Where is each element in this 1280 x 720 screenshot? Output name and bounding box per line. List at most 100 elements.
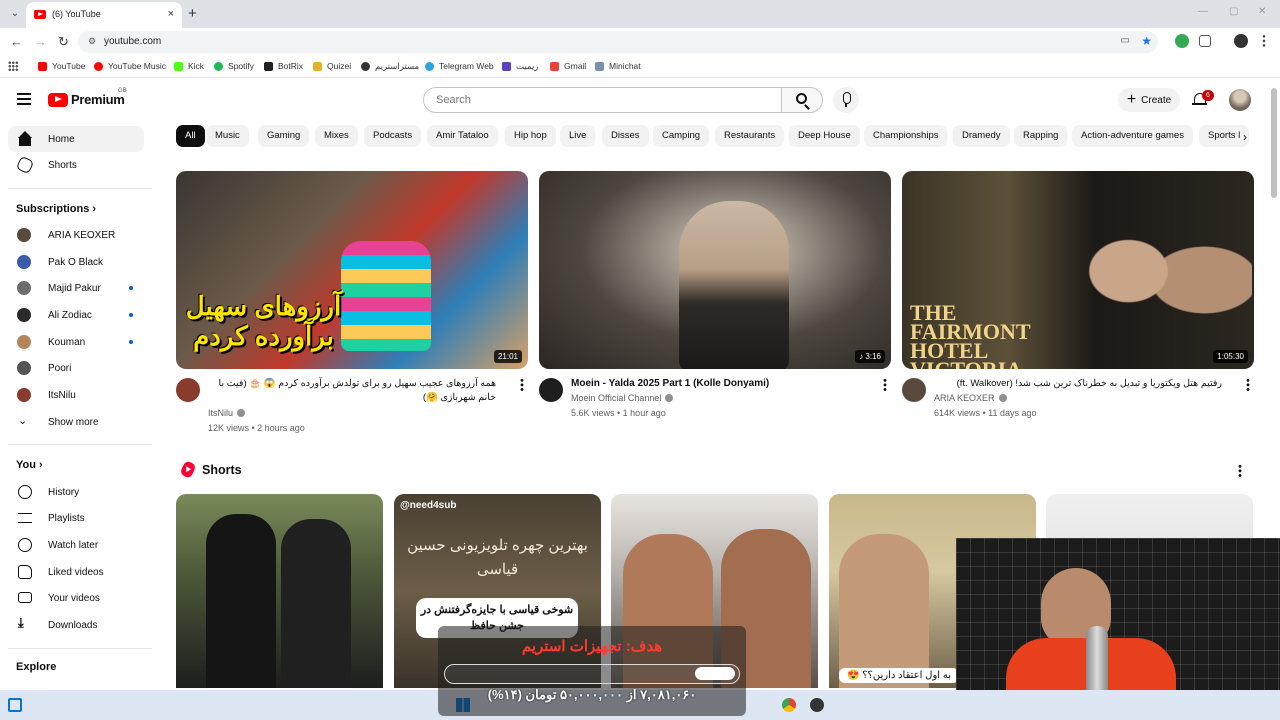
chip-hip-hop[interactable]: Hip hop <box>505 125 556 147</box>
sidebar-item-liked-videos[interactable]: Liked videos <box>8 559 144 585</box>
chrome-taskbar-icon[interactable] <box>782 698 796 712</box>
chip-dramedy[interactable]: Dramedy <box>953 125 1010 147</box>
account-avatar[interactable] <box>1229 89 1251 111</box>
chip-restaurants[interactable]: Restaurants <box>715 125 785 147</box>
you-heading[interactable]: You › <box>16 459 43 471</box>
chip-live[interactable]: Live <box>560 125 596 147</box>
bookmark-minichat[interactable]: Minichat <box>595 61 641 71</box>
more-options-icon[interactable] <box>1246 378 1250 392</box>
new-tab-button[interactable]: + <box>188 5 197 22</box>
subscription-ali-zodiac[interactable]: Ali Zodiac <box>8 302 144 328</box>
minimize-icon[interactable]: — <box>1198 6 1208 17</box>
browser-menu-icon[interactable] <box>1262 34 1266 48</box>
bookmark-kick[interactable]: Kick <box>174 61 204 71</box>
subscription-pak-o-black[interactable]: Pak O Black <box>8 249 144 275</box>
extension-shield-icon[interactable] <box>1175 34 1189 48</box>
search-input[interactable] <box>424 88 781 112</box>
video-card[interactable]: THE FAIRMONT HOTEL VICTORIA 1:05:30 رفتی… <box>902 171 1254 418</box>
subscription-poori[interactable]: Poori <box>8 355 144 381</box>
video-thumbnail[interactable]: THE FAIRMONT HOTEL VICTORIA 1:05:30 <box>902 171 1254 369</box>
apps-grid-icon[interactable] <box>8 61 18 71</box>
sidebar-item-your-videos[interactable]: Your videos <box>8 585 144 611</box>
browser-tab[interactable]: (6) YouTube × <box>26 2 182 28</box>
video-title[interactable]: همه آرزوهای عجیب سهیل رو برای تولدش برآو… <box>206 377 496 405</box>
bookmark-star-icon[interactable]: ★ <box>1141 34 1152 48</box>
subscription-itsnilu[interactable]: ItsNilu <box>8 382 144 408</box>
back-icon[interactable]: ← <box>10 34 23 49</box>
extensions-puzzle-icon[interactable] <box>1199 35 1211 47</box>
chip-action-adventure-games[interactable]: Action-adventure games <box>1072 125 1193 147</box>
more-options-icon[interactable] <box>1238 464 1242 478</box>
chip-disses[interactable]: Disses <box>602 125 649 147</box>
sidebar-item-history[interactable]: History <box>8 479 144 505</box>
chip-all[interactable]: All <box>176 125 205 147</box>
video-meta: 614K views • 11 days ago <box>934 408 1037 418</box>
subscriptions-heading[interactable]: Subscriptions › <box>16 203 96 215</box>
chip-amir-tataloo[interactable]: Amir Tataloo <box>427 125 498 147</box>
profile-icon[interactable] <box>1234 34 1248 48</box>
channel-avatar[interactable] <box>902 378 926 402</box>
chip-championships[interactable]: Championships <box>864 125 948 147</box>
bookmark-mastrastream[interactable]: مستراستریم <box>361 61 419 72</box>
site-info-icon[interactable]: ⚙ <box>88 36 96 47</box>
menu-icon[interactable] <box>17 93 31 105</box>
chip-podcasts[interactable]: Podcasts <box>364 125 422 147</box>
reload-icon[interactable]: ↻ <box>58 34 69 50</box>
bookmark-gmail[interactable]: Gmail <box>550 61 586 71</box>
sidebar-item-watch-later[interactable]: Watch later <box>8 532 144 558</box>
chip-music[interactable]: Music <box>206 125 249 147</box>
bookmark-youtube[interactable]: YouTube <box>38 61 85 71</box>
url-text[interactable]: youtube.com <box>104 36 161 47</box>
subscription-kouman[interactable]: Kouman <box>8 329 144 355</box>
channel-name[interactable]: ItsNilu <box>208 408 246 418</box>
chevron-right-icon[interactable]: › <box>1243 130 1247 144</box>
chip-deep-house[interactable]: Deep House <box>789 125 860 147</box>
sidebar-item-playlists[interactable]: Playlists <box>8 505 144 531</box>
chip-sports[interactable]: Sports l <box>1199 125 1250 147</box>
more-options-icon[interactable] <box>883 378 887 392</box>
video-title[interactable]: رفتیم هتل ویکتوریا و تبدیل به خطرناک تری… <box>932 377 1222 391</box>
video-title[interactable]: Moein - Yalda 2025 Part 1 (Kolle Donyami… <box>571 377 871 391</box>
bookmark-botrix[interactable]: BotRix <box>264 61 303 71</box>
chip-camping[interactable]: Camping <box>653 125 710 147</box>
chip-gaming[interactable]: Gaming <box>258 125 310 147</box>
video-thumbnail[interactable]: آرزوهای سهیل برآورده کردم 21:01 <box>176 171 528 369</box>
forward-icon[interactable]: → <box>34 34 47 49</box>
bookmark-quizei[interactable]: Quizei <box>313 61 351 71</box>
search-button[interactable] <box>781 87 823 113</box>
video-thumbnail[interactable]: ♪ 3:16 <box>539 171 891 369</box>
sidebar-item-shorts[interactable]: Shorts <box>8 152 144 178</box>
chip-mixes[interactable]: Mixes <box>315 125 358 147</box>
youtube-premium-logo[interactable]: Premium GB <box>48 88 127 107</box>
browser-tab-bar: ⌄ (6) YouTube × + — ▢ ✕ <box>0 0 1280 28</box>
omnibox[interactable]: ⚙ youtube.com ▭ ★ <box>78 31 1158 53</box>
chip-rapping[interactable]: Rapping <box>1014 125 1068 147</box>
tab-search-icon[interactable]: ⌄ <box>6 5 24 23</box>
channel-name[interactable]: ARIA KEOXER <box>934 393 1007 403</box>
page-scrollbar[interactable] <box>1271 88 1277 198</box>
subscription-majid-pakur[interactable]: Majid Pakur <box>8 275 144 301</box>
channel-avatar[interactable] <box>539 378 563 402</box>
sidebar-item-downloads[interactable]: ⤓ Downloads <box>8 612 144 638</box>
cast-icon[interactable]: ▭ <box>1121 35 1130 46</box>
app-taskbar-icon[interactable] <box>810 698 824 712</box>
create-button[interactable]: + Create <box>1118 88 1180 112</box>
bookmark-remit[interactable]: ریمیت <box>502 61 538 72</box>
close-tab-icon[interactable]: × <box>168 8 174 20</box>
close-window-icon[interactable]: ✕ <box>1258 6 1266 17</box>
show-more-button[interactable]: ⌄ Show more <box>8 409 144 435</box>
channel-avatar[interactable] <box>176 378 200 402</box>
bookmark-spotify[interactable]: Spotify <box>214 61 254 71</box>
short-card[interactable] <box>176 494 383 688</box>
sidebar-item-home[interactable]: Home <box>8 126 144 152</box>
channel-name[interactable]: Moein Official Channel <box>571 393 674 403</box>
bookmark-youtube-music[interactable]: YouTube Music <box>94 61 166 71</box>
video-card[interactable]: ♪ 3:16 Moein - Yalda 2025 Part 1 (Kolle … <box>539 171 891 418</box>
subscription-aria-keoxer[interactable]: ARIA KEOXER <box>8 222 144 248</box>
voice-search-icon[interactable] <box>833 87 859 113</box>
more-options-icon[interactable] <box>520 378 524 392</box>
bookmark-telegram[interactable]: Telegram Web <box>425 61 494 71</box>
widgets-icon[interactable] <box>8 698 22 712</box>
video-card[interactable]: آرزوهای سهیل برآورده کردم 21:01 همه آرزو… <box>176 171 528 433</box>
maximize-icon[interactable]: ▢ <box>1229 6 1238 17</box>
